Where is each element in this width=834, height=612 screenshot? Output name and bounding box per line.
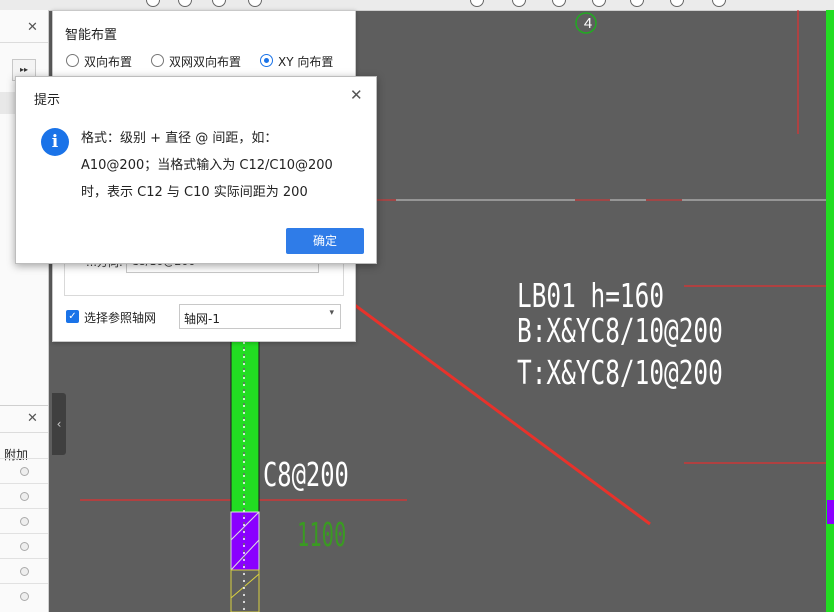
radio-xy[interactable]: [260, 54, 273, 67]
tip-dialog: 提示 ✕ i 格式：级别 + 直径 @ 间距，如： A10@200；当格式输入为…: [15, 76, 377, 264]
reference-grid-checkbox[interactable]: ✓: [66, 310, 79, 323]
slab-label-line2: B:X&YC8/10@200: [517, 311, 723, 350]
panel-title: 智能布置: [65, 28, 118, 43]
toolbar-radio[interactable]: [670, 0, 684, 7]
toolbar-radio[interactable]: [712, 0, 726, 7]
table-row[interactable]: [0, 508, 48, 534]
dialog-message-line: 格式：级别 + 直径 @ 间距，如：: [81, 131, 278, 146]
table-row[interactable]: [0, 483, 48, 509]
toolbar-radio[interactable]: [212, 0, 226, 7]
toolbar-radio[interactable]: [512, 0, 526, 7]
toolbar-radio[interactable]: [146, 0, 160, 7]
toolbar-radio[interactable]: [470, 0, 484, 7]
dialog-title: 提示: [34, 93, 61, 108]
axis-marker-label: 4: [583, 15, 593, 32]
column-purple-right: [827, 500, 834, 524]
info-icon: i: [41, 128, 69, 156]
close-icon[interactable]: ✕: [350, 86, 363, 104]
table-row[interactable]: [0, 458, 48, 484]
radio-double-net[interactable]: [151, 54, 164, 67]
column-outline: [230, 569, 260, 612]
checkbox-label: 选择参照轴网: [84, 311, 157, 325]
close-icon[interactable]: ✕: [27, 20, 38, 35]
divider: [0, 405, 48, 406]
radio-label: 双网双向布置: [169, 55, 242, 69]
close-icon[interactable]: ✕: [27, 411, 38, 426]
radio-bidirectional[interactable]: [66, 54, 79, 67]
wall-green: [231, 340, 259, 512]
dimension-label: 1100: [297, 515, 347, 554]
toolbar-radio[interactable]: [592, 0, 606, 7]
table-row[interactable]: [0, 533, 48, 559]
slab-label-line3: T:X&YC8/10@200: [517, 353, 723, 392]
table-row[interactable]: [0, 558, 48, 584]
toolbar-radio[interactable]: [248, 0, 262, 7]
radio-dot[interactable]: [20, 567, 29, 576]
radio-dot[interactable]: [20, 467, 29, 476]
chevron-down-icon: ▾: [329, 308, 334, 318]
column-purple: [230, 511, 260, 571]
ok-button[interactable]: 确定: [286, 228, 364, 254]
dialog-message-line: A10@200；当格式输入为 C12/C10@200: [81, 158, 333, 173]
rebar-label: C8@200: [263, 455, 349, 494]
radio-label: XY 向布置: [278, 55, 334, 69]
toolbar-radio[interactable]: [552, 0, 566, 7]
radio-dot[interactable]: [20, 517, 29, 526]
divider: [0, 42, 48, 43]
radio-dot[interactable]: [20, 592, 29, 601]
select-value: 轴网-1: [184, 312, 220, 326]
dialog-message-line: 时，表示 C12 与 C10 实际间距为 200: [81, 185, 308, 200]
table-row[interactable]: [0, 583, 48, 609]
toolbar-radio[interactable]: [178, 0, 192, 7]
radio-dot[interactable]: [20, 542, 29, 551]
slab-label-line1: LB01 h=160: [517, 276, 665, 315]
toolbar-radio[interactable]: [630, 0, 644, 7]
radio-dot[interactable]: [20, 492, 29, 501]
radio-label: 双向布置: [84, 55, 133, 69]
divider: [0, 432, 48, 433]
grid-select[interactable]: 轴网-1 ▾: [179, 304, 341, 329]
